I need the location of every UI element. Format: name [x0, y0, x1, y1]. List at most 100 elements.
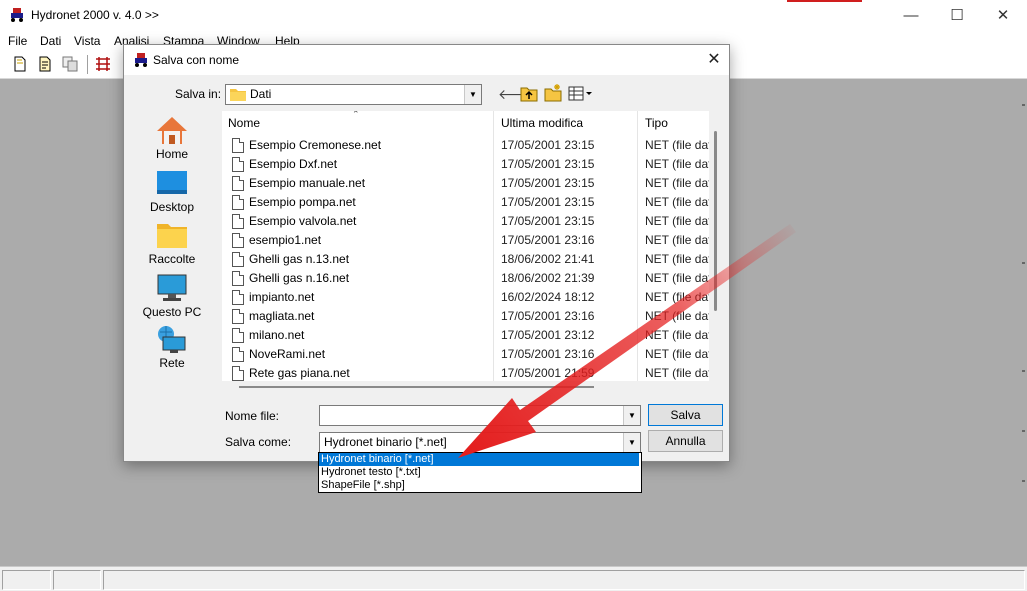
- open-file-icon[interactable]: [37, 56, 53, 72]
- menu-vista[interactable]: Vista: [74, 34, 100, 48]
- file-type: NET (file dat: [645, 233, 709, 247]
- file-row[interactable]: Rete gas piana.net 17/05/2001 21:59 NET (f…: [222, 364, 709, 381]
- file-icon: [232, 366, 244, 381]
- background-accent: [787, 0, 862, 2]
- file-row[interactable]: Ghelli gas n.16.net 18/06/2002 21:39 NET (…: [222, 269, 709, 288]
- vertical-scrollbar[interactable]: [714, 131, 717, 311]
- filetype-option[interactable]: Hydronet binario [*.net]: [319, 453, 639, 466]
- saveas-value: Hydronet binario [*.net]: [324, 435, 447, 449]
- copy-icon[interactable]: [62, 56, 78, 72]
- place-label: Desktop: [149, 200, 195, 214]
- edge-mark: [1022, 480, 1025, 482]
- dialog-close-button[interactable]: ✕: [704, 50, 724, 70]
- place-questo-pc[interactable]: Questo PC: [142, 273, 202, 319]
- close-button[interactable]: ✕: [980, 0, 1026, 31]
- file-row[interactable]: Esempio valvola.net 17/05/2001 23:15 NET (…: [222, 212, 709, 231]
- file-icon: [232, 290, 244, 305]
- file-type: NET (file dat: [645, 366, 709, 380]
- file-modified: 16/02/2024 18:12: [501, 290, 595, 304]
- computer-icon: [157, 274, 187, 301]
- file-row[interactable]: Esempio pompa.net 17/05/2001 23:15 NET (fi…: [222, 193, 709, 212]
- maximize-button[interactable]: ☐: [934, 0, 980, 31]
- place-label: Raccolte: [148, 252, 196, 266]
- file-modified: 17/05/2001 21:59: [501, 366, 595, 380]
- column-header-name[interactable]: Nome: [228, 111, 261, 135]
- file-type: NET (file dat: [645, 347, 709, 361]
- edge-mark: [1022, 104, 1025, 106]
- saveas-select[interactable]: Hydronet binario [*.net] ▼: [319, 432, 641, 453]
- app-icon: [135, 53, 147, 67]
- place-rete[interactable]: Rete: [142, 324, 202, 370]
- menu-file[interactable]: File: [8, 34, 27, 48]
- file-modified: 17/05/2001 23:16: [501, 309, 595, 323]
- file-modified: 17/05/2001 23:16: [501, 233, 595, 247]
- cancel-button[interactable]: Annulla: [648, 430, 723, 452]
- file-row[interactable]: NoveRami.net 17/05/2001 23:16 NET (file da…: [222, 345, 709, 364]
- filetype-option[interactable]: ShapeFile [*.shp]: [319, 479, 639, 492]
- file-name: impianto.net: [249, 290, 315, 304]
- file-icon: [232, 347, 244, 362]
- grid-icon[interactable]: [95, 56, 111, 72]
- filetype-option[interactable]: Hydronet testo [*.txt]: [319, 466, 639, 479]
- save-dialog: Salva con nome ✕ Salva in: Dati ▼ 🡐 Home: [123, 44, 730, 462]
- minimize-button[interactable]: —: [888, 0, 934, 31]
- column-header-type[interactable]: Tipo: [645, 111, 668, 135]
- file-list[interactable]: ⌃ Nome Ultima modifica Tipo Esempio Crem…: [222, 111, 709, 381]
- menu-dati[interactable]: Dati: [40, 34, 61, 48]
- file-row[interactable]: Ghelli gas n.13.net 18/06/2002 21:41 NET (…: [222, 250, 709, 269]
- back-arrow-icon[interactable]: 🡐: [498, 85, 536, 103]
- view-menu-icon[interactable]: [568, 86, 594, 102]
- file-row[interactable]: magliata.net 17/05/2001 23:16 NET (file da…: [222, 307, 709, 326]
- network-icon: [158, 326, 186, 353]
- file-modified: 18/06/2002 21:41: [501, 252, 595, 266]
- folder-icon: [157, 224, 187, 248]
- file-modified: 17/05/2001 23:15: [501, 214, 595, 228]
- file-name: milano.net: [249, 328, 305, 342]
- place-home[interactable]: Home: [142, 115, 202, 161]
- file-type: NET (file dat: [645, 176, 709, 190]
- file-modified: 17/05/2001 23:15: [501, 195, 595, 209]
- file-row[interactable]: impianto.net 16/02/2024 18:12 NET (file da…: [222, 288, 709, 307]
- file-icon: [232, 138, 244, 153]
- new-folder-icon[interactable]: [544, 83, 562, 102]
- place-label: Rete: [159, 356, 185, 370]
- chevron-down-icon[interactable]: ▼: [623, 406, 640, 425]
- file-row[interactable]: Esempio Cremonese.net 17/05/2001 23:15 NET…: [222, 136, 709, 155]
- file-name: Ghelli gas n.16.net: [249, 271, 350, 285]
- dialog-titlebar: Salva con nome ✕: [124, 45, 729, 75]
- save-in-value: Dati: [250, 87, 272, 101]
- horizontal-scrollbar[interactable]: [239, 386, 594, 388]
- save-in-combo[interactable]: Dati ▼: [225, 84, 482, 105]
- filetype-dropdown-list[interactable]: Hydronet binario [*.net] Hydronet testo …: [318, 452, 642, 493]
- home-icon: [157, 117, 187, 144]
- new-file-icon[interactable]: [12, 56, 28, 72]
- file-row[interactable]: Esempio Dxf.net 17/05/2001 23:15 NET (file…: [222, 155, 709, 174]
- place-label: Questo PC: [142, 305, 202, 319]
- file-modified: 17/05/2001 23:15: [501, 176, 595, 190]
- file-modified: 17/05/2001 23:15: [501, 138, 595, 152]
- filename-input[interactable]: ▼: [319, 405, 641, 426]
- edge-mark: [1022, 370, 1025, 372]
- file-icon: [232, 309, 244, 324]
- file-modified: 18/06/2002 21:39: [501, 271, 595, 285]
- file-row[interactable]: esempio1.net 17/05/2001 23:16 NET (file da…: [222, 231, 709, 250]
- file-modified: 17/05/2001 23:12: [501, 328, 595, 342]
- place-desktop[interactable]: Desktop: [142, 168, 202, 214]
- file-row[interactable]: milano.net 17/05/2001 23:12 NET (file dat: [222, 326, 709, 345]
- save-in-label: Salva in:: [175, 87, 222, 101]
- file-row[interactable]: Esempio manuale.net 17/05/2001 23:15 NET (…: [222, 174, 709, 193]
- save-button[interactable]: Salva: [648, 404, 723, 426]
- chevron-down-icon[interactable]: ▼: [623, 433, 640, 452]
- up-folder-icon[interactable]: [520, 85, 538, 102]
- chevron-down-icon[interactable]: ▼: [464, 85, 481, 104]
- file-icon: [232, 233, 244, 248]
- file-name: esempio1.net: [249, 233, 322, 247]
- file-name: NoveRami.net: [249, 347, 326, 361]
- place-raccolte[interactable]: Raccolte: [142, 220, 202, 266]
- file-name: Esempio Dxf.net: [249, 157, 338, 171]
- file-type: NET (file dat: [645, 252, 709, 266]
- column-header-modified[interactable]: Ultima modifica: [501, 111, 584, 135]
- file-type: NET (file dat: [645, 271, 709, 285]
- file-type: NET (file dat: [645, 290, 709, 304]
- dialog-title: Salva con nome: [153, 53, 240, 67]
